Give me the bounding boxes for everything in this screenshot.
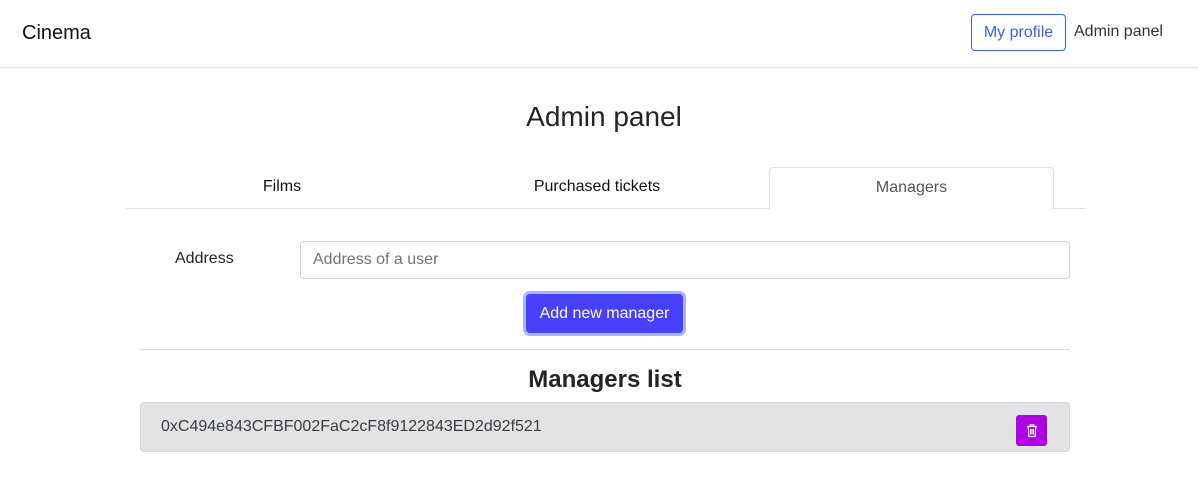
page-title: Admin panel xyxy=(526,101,682,132)
tab-films[interactable]: Films xyxy=(125,166,439,209)
tab-purchased-tickets[interactable]: Purchased tickets xyxy=(439,166,755,209)
tab-bar: Films Purchased tickets Managers xyxy=(125,166,1085,210)
trash-icon xyxy=(1026,424,1037,438)
address-label: Address xyxy=(175,250,234,267)
delete-manager-button[interactable] xyxy=(1016,415,1047,446)
divider xyxy=(140,349,1070,350)
address-input[interactable] xyxy=(300,241,1070,279)
managers-list-title: Managers list xyxy=(528,366,682,393)
tab-managers[interactable]: Managers xyxy=(769,167,1054,210)
top-navbar: Cinema My profile Admin panel xyxy=(0,0,1198,68)
manager-address: 0xC494e843CFBF002FaC2cF8f9122843ED2d92f5… xyxy=(161,418,542,435)
manager-list-item: 0xC494e843CFBF002FaC2cF8f9122843ED2d92f5… xyxy=(140,402,1070,452)
add-new-manager-button[interactable]: Add new manager xyxy=(526,294,683,333)
admin-panel-link[interactable]: Admin panel xyxy=(1074,23,1163,41)
brand-link[interactable]: Cinema xyxy=(22,22,91,45)
my-profile-button[interactable]: My profile xyxy=(971,14,1066,51)
